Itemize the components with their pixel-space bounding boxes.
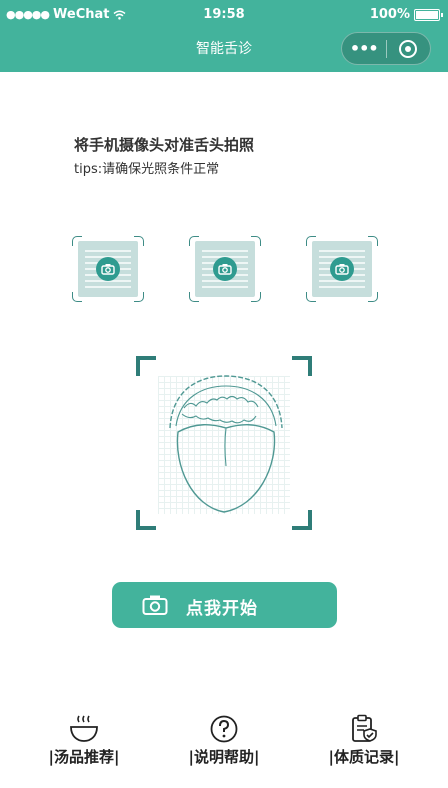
soup-bowl-icon [24,712,144,744]
tongue-viewfinder [136,356,312,530]
tab-label: |说明帮助| [188,748,260,766]
start-button-label: 点我开始 [186,599,258,619]
mini-program-capsule: ••• [341,32,431,65]
tips-text: tips:请确保光照条件正常 [74,162,220,177]
help-icon [164,712,284,744]
battery-icon [414,8,443,21]
close-mini-program-button[interactable] [386,39,430,58]
clipboard-check-icon [304,712,424,744]
header: ●●●●● WeChat 19:58 100% 智能舌诊 ••• [0,0,448,72]
camera-icon [213,257,237,281]
tab-help[interactable]: |说明帮助| [164,712,284,767]
battery-percent: 100% [369,7,410,22]
tongue-outline-icon [169,375,283,513]
sample-photo-1[interactable] [70,234,146,304]
close-target-icon [399,39,418,58]
camera-icon [142,594,168,620]
tab-label: |体质记录| [328,748,400,766]
instruction-heading: 将手机摄像头对准舌头拍照 [74,136,255,154]
start-capture-button[interactable]: 点我开始 [112,582,337,628]
bottom-tab-bar: |汤品推荐| |说明帮助| |体质记录| [0,712,448,788]
tab-soup-recommend[interactable]: |汤品推荐| [24,712,144,767]
sample-photo-2[interactable] [187,234,263,304]
camera-icon [96,257,120,281]
tab-label: |汤品推荐| [48,748,120,766]
status-bar: ●●●●● WeChat 19:58 100% [0,0,448,30]
sample-photo-3[interactable] [304,234,380,304]
tab-constitution-record[interactable]: |体质记录| [304,712,424,767]
camera-icon [330,257,354,281]
more-menu-button[interactable]: ••• [342,39,386,58]
